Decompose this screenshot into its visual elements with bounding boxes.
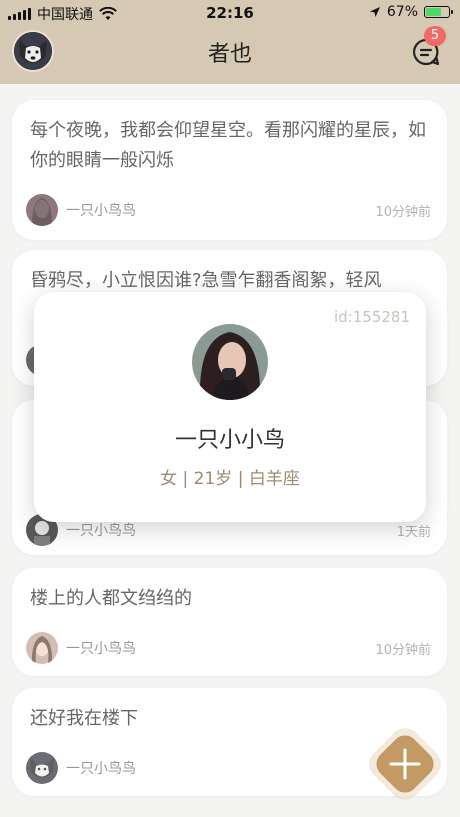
message-count-badge: 5 — [424, 26, 446, 46]
profile-popup: id:155281 一只小小鸟 女 | 21岁 | 白羊座 — [34, 292, 426, 522]
profile-avatar[interactable] — [192, 324, 268, 400]
battery-percent: 67% — [386, 4, 418, 20]
user-id: id:155281 — [333, 308, 410, 326]
battery-icon — [424, 6, 453, 18]
profile-meta: 女 | 21岁 | 白羊座 — [160, 469, 300, 489]
profile-name: 一只小小鸟 — [174, 428, 285, 453]
location-arrow-icon — [369, 7, 380, 17]
page-title: 者也 — [207, 42, 252, 67]
add-post-button[interactable] — [361, 720, 449, 808]
plus-icon — [369, 728, 441, 800]
battery-level — [426, 8, 441, 16]
status-right: 67% — [369, 4, 453, 20]
status-bar: 中国联通 22:16 67% — [0, 0, 460, 26]
